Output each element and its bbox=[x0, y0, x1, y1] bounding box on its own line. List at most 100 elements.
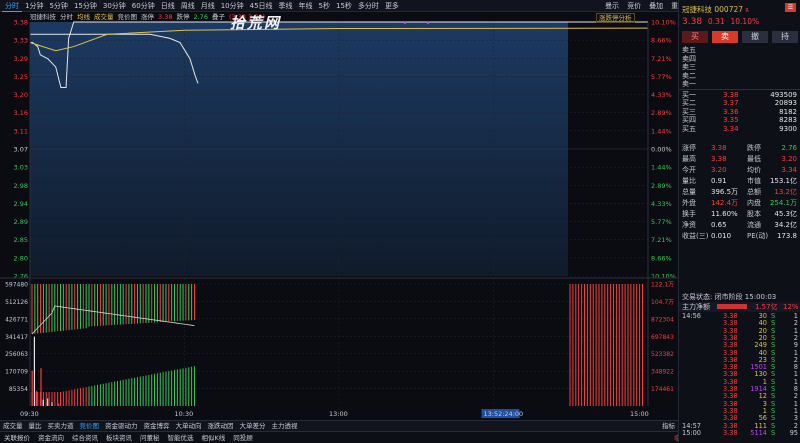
status-item-5[interactable]: 智能优选 bbox=[164, 432, 198, 443]
trade-row: 3.38 12 S 2 bbox=[679, 392, 800, 400]
indicator-tab-6[interactable]: 大单动向 bbox=[173, 421, 205, 431]
stat-row-4: 总量 396.5万 总额 13.2亿 bbox=[679, 188, 800, 198]
sell-button[interactable]: 卖 bbox=[712, 31, 738, 43]
period-tab-13[interactable]: 5秒 bbox=[316, 1, 333, 12]
status-item-7[interactable]: 同投顾 bbox=[229, 432, 257, 443]
period-tab-12[interactable]: 年线 bbox=[296, 1, 316, 12]
period-tab-5[interactable]: 60分钟 bbox=[129, 1, 158, 12]
pct-tick-label: 10.10% bbox=[651, 19, 676, 27]
stat-value: 142.4万 bbox=[711, 199, 739, 207]
period-tab-1[interactable]: 1分钟 bbox=[22, 1, 46, 12]
status-item-0[interactable]: 关联报价 bbox=[0, 432, 34, 443]
period-tab-11[interactable]: 季线 bbox=[276, 1, 296, 12]
status-item-6[interactable]: 相似K线 bbox=[198, 432, 230, 443]
period-tab-3[interactable]: 15分钟 bbox=[71, 1, 100, 12]
stat-value: 173.8 bbox=[776, 232, 797, 240]
info-item-avg[interactable]: 均线 bbox=[77, 13, 90, 22]
info-item-vol[interactable]: 成交量 bbox=[94, 13, 114, 22]
price-tick-label: 3.20 bbox=[14, 91, 28, 99]
period-tab-4[interactable]: 30分钟 bbox=[100, 1, 129, 12]
stat-label: 市值 bbox=[747, 177, 761, 185]
stat-value: 3.38 bbox=[711, 144, 727, 152]
quote-sidebar: 冠捷科技 000727 R ☰ 3.38 0.31 10.10% 买 卖 撤 持… bbox=[678, 0, 800, 443]
indicator-tab-3[interactable]: 竞价图 bbox=[77, 421, 103, 431]
pct-tick-label: 7.21% bbox=[651, 55, 672, 63]
status-item-2[interactable]: 综合资讯 bbox=[68, 432, 102, 443]
vol-right-tick-label: 104.7万 bbox=[651, 299, 674, 306]
trade-row: 3.38 3 S 1 bbox=[679, 400, 800, 408]
price-change-pct: 10.10% bbox=[730, 17, 760, 26]
cancel-button[interactable]: 撤 bbox=[742, 31, 768, 43]
sidebar-menu-icon[interactable]: ☰ bbox=[785, 3, 796, 12]
indicator-tab-5[interactable]: 资金博弈 bbox=[141, 421, 173, 431]
price-tick-label: 2.89 bbox=[14, 218, 28, 226]
period-tab-8[interactable]: 月线 bbox=[198, 1, 218, 12]
toolbar-action-0[interactable]: 曼示 bbox=[601, 1, 623, 11]
status-item-1[interactable]: 资金流向 bbox=[34, 432, 68, 443]
price-tick-label: 3.16 bbox=[14, 109, 28, 117]
status-item-4[interactable]: 问董秘 bbox=[136, 432, 164, 443]
period-tab-9[interactable]: 10分钟 bbox=[218, 1, 247, 12]
indicator-tab-0[interactable]: 成交量 bbox=[0, 421, 26, 431]
trade-row: 3.38 130 S 1 bbox=[679, 371, 800, 379]
indicator-tab-1[interactable]: 量比 bbox=[26, 421, 45, 431]
stat-label: 流通 bbox=[747, 221, 761, 229]
vol-right-tick-label: 872304 bbox=[651, 316, 674, 323]
trade-row: 3.38 23 S 2 bbox=[679, 356, 800, 364]
price-tick-label: 2.98 bbox=[14, 182, 28, 190]
time-tick-label: 13:52:24:00 bbox=[484, 410, 524, 418]
stat-label: 内盘 bbox=[747, 199, 761, 207]
trade-row: 15:00 3.38 5114 S 95 bbox=[679, 428, 800, 437]
trade-price: 3.38 bbox=[723, 428, 738, 437]
price-tick-label: 3.07 bbox=[14, 146, 28, 154]
stat-label: 换手 bbox=[682, 210, 696, 218]
indicator-tab-9[interactable]: 主力透视 bbox=[269, 421, 301, 431]
period-tab-2[interactable]: 5分钟 bbox=[46, 1, 70, 12]
intraday-chart[interactable]: 3.38 10.10% 3.33 8.66% 3.29 7.21% 3.25 5.77% 3.2… bbox=[0, 12, 678, 420]
vol-tick-label: 341417 bbox=[5, 334, 28, 341]
stat-row-1: 最高 3.38 最低 3.20 bbox=[679, 155, 800, 165]
toolbar-action-2[interactable]: 叠加 bbox=[645, 1, 667, 11]
info-stock: 冠捷科技 bbox=[30, 13, 56, 21]
toolbar-action-1[interactable]: 竞价 bbox=[623, 1, 645, 11]
price-tick-label: 2.94 bbox=[14, 200, 28, 208]
level-volume: 9300 bbox=[779, 124, 797, 133]
stat-label: 均价 bbox=[747, 166, 761, 174]
buy-button[interactable]: 买 bbox=[682, 31, 708, 43]
info-item-auction[interactable]: 竞价图 bbox=[118, 13, 138, 22]
bid-level-4[interactable]: 买五 3.34 9300 bbox=[679, 125, 800, 135]
indicator-tab-2[interactable]: 买卖力道 bbox=[45, 421, 77, 431]
pct-tick-label: 2.89% bbox=[651, 182, 672, 190]
chart-svg: 3.38 10.10% 3.33 8.66% 3.29 7.21% 3.25 5.77% 3.2… bbox=[0, 12, 678, 420]
period-tab-10[interactable]: 45日线 bbox=[247, 1, 276, 12]
stock-code: 000727 bbox=[714, 5, 744, 14]
stat-value: 0.010 bbox=[711, 232, 732, 240]
period-tab-16[interactable]: 更多 bbox=[382, 1, 402, 12]
period-tab-6[interactable]: 日线 bbox=[158, 1, 178, 12]
stat-label: 量比 bbox=[682, 177, 696, 185]
period-tab-7[interactable]: 周线 bbox=[178, 1, 198, 12]
trade-row: 3.38 1 S 1 bbox=[679, 378, 800, 386]
indicator-tab-7[interactable]: 涨跌动因 bbox=[205, 421, 237, 431]
time-tick-label: 15:00 bbox=[630, 410, 649, 418]
status-item-3[interactable]: 板块资讯 bbox=[102, 432, 136, 443]
indicator-tab-4[interactable]: 资金驱动力 bbox=[102, 421, 141, 431]
period-tab-15[interactable]: 多分时 bbox=[355, 1, 382, 12]
indicator-tab-8[interactable]: 大单差分 bbox=[237, 421, 269, 431]
stat-value: 3.20 bbox=[711, 166, 727, 174]
indicator-button[interactable]: 指标 bbox=[659, 421, 678, 431]
period-tab-14[interactable]: 15秒 bbox=[333, 1, 355, 12]
limit-analysis-badge[interactable]: 涨跌停分析 bbox=[596, 13, 635, 23]
stat-label: 跌停 bbox=[747, 144, 761, 152]
stat-label: PE(动) bbox=[747, 232, 769, 240]
stat-label: 股本 bbox=[747, 210, 761, 218]
stat-row-0: 涨停 3.38 跌停 2.76 bbox=[679, 144, 800, 154]
stat-value: 254.1万 bbox=[769, 199, 797, 207]
trade-row: 3.38 1501 S 8 bbox=[679, 363, 800, 371]
period-tab-0[interactable]: 分时 bbox=[2, 1, 22, 12]
position-button[interactable]: 持 bbox=[772, 31, 798, 43]
vol-tick-label: 256063 bbox=[5, 351, 28, 358]
period-tabs: 分时 1分钟 5分钟 15分钟 30分钟 60分钟 日线 周线 月线 10分钟 45日线 季线 年线 5秒… bbox=[2, 1, 402, 12]
pct-tick-label: 0.00% bbox=[651, 146, 672, 154]
trade-row: 3.38 1914 S 8 bbox=[679, 385, 800, 393]
